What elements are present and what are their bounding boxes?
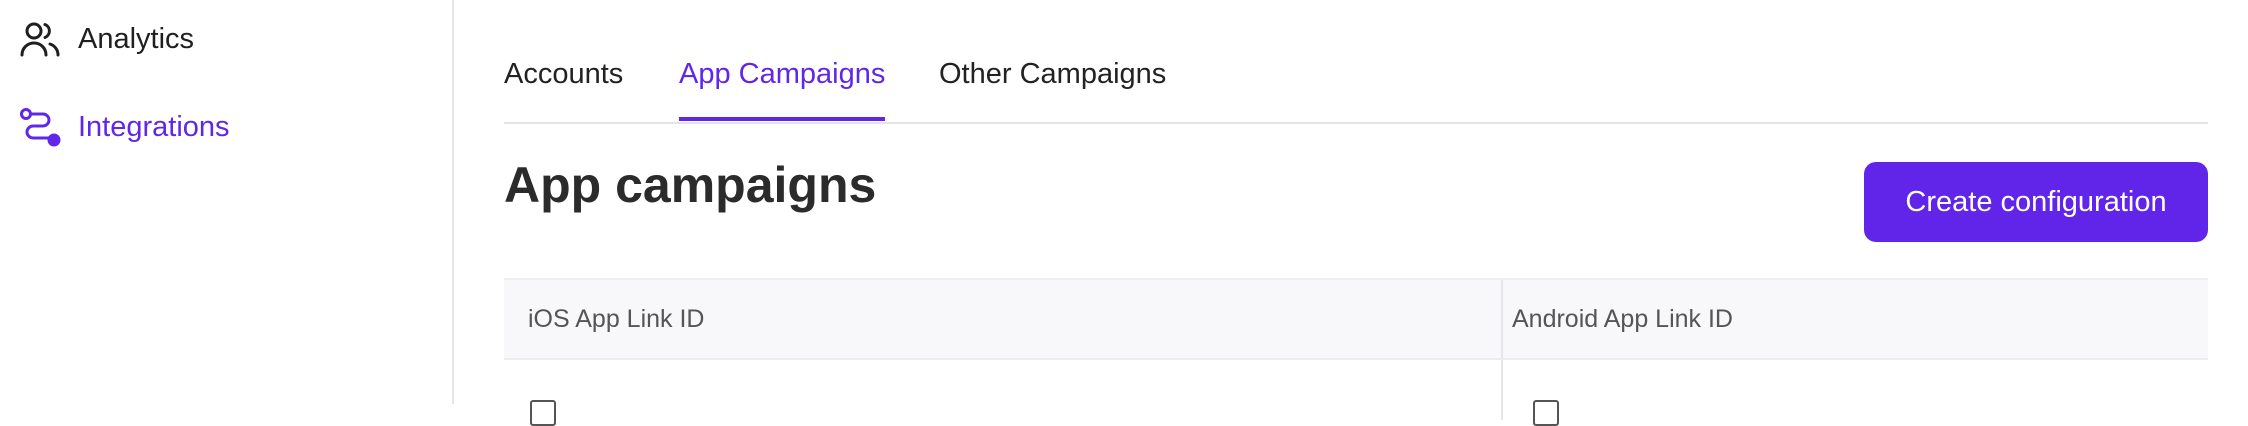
main-content: Accounts App Campaigns Other Campaigns A… [504,0,2208,426]
table-cell-ios [504,360,1503,426]
tab-other-campaigns[interactable]: Other Campaigns [939,58,1166,117]
sidebar-item-integrations[interactable]: Integrations [18,105,230,149]
campaigns-table: iOS App Link ID Android App Link ID [504,278,2208,426]
table-header: iOS App Link ID Android App Link ID [504,280,2208,360]
column-header-ios[interactable]: iOS App Link ID [504,280,1503,358]
table-row [504,360,2208,426]
sidebar-item-analytics[interactable]: Analytics [18,17,194,61]
tab-bar: Accounts App Campaigns Other Campaigns [504,36,2208,124]
create-configuration-button[interactable]: Create configuration [1864,162,2208,242]
sidebar: Analytics Integrations [0,0,454,404]
users-icon [18,17,62,61]
tab-app-campaigns[interactable]: App Campaigns [679,58,886,121]
sidebar-item-label: Integrations [78,110,230,143]
tab-accounts[interactable]: Accounts [504,58,623,117]
page-title: App campaigns [504,157,877,213]
route-icon [18,105,62,149]
sidebar-item-label: Analytics [78,22,195,55]
table-cell-android [1503,360,2208,426]
column-header-android[interactable]: Android App Link ID [1503,280,2208,358]
